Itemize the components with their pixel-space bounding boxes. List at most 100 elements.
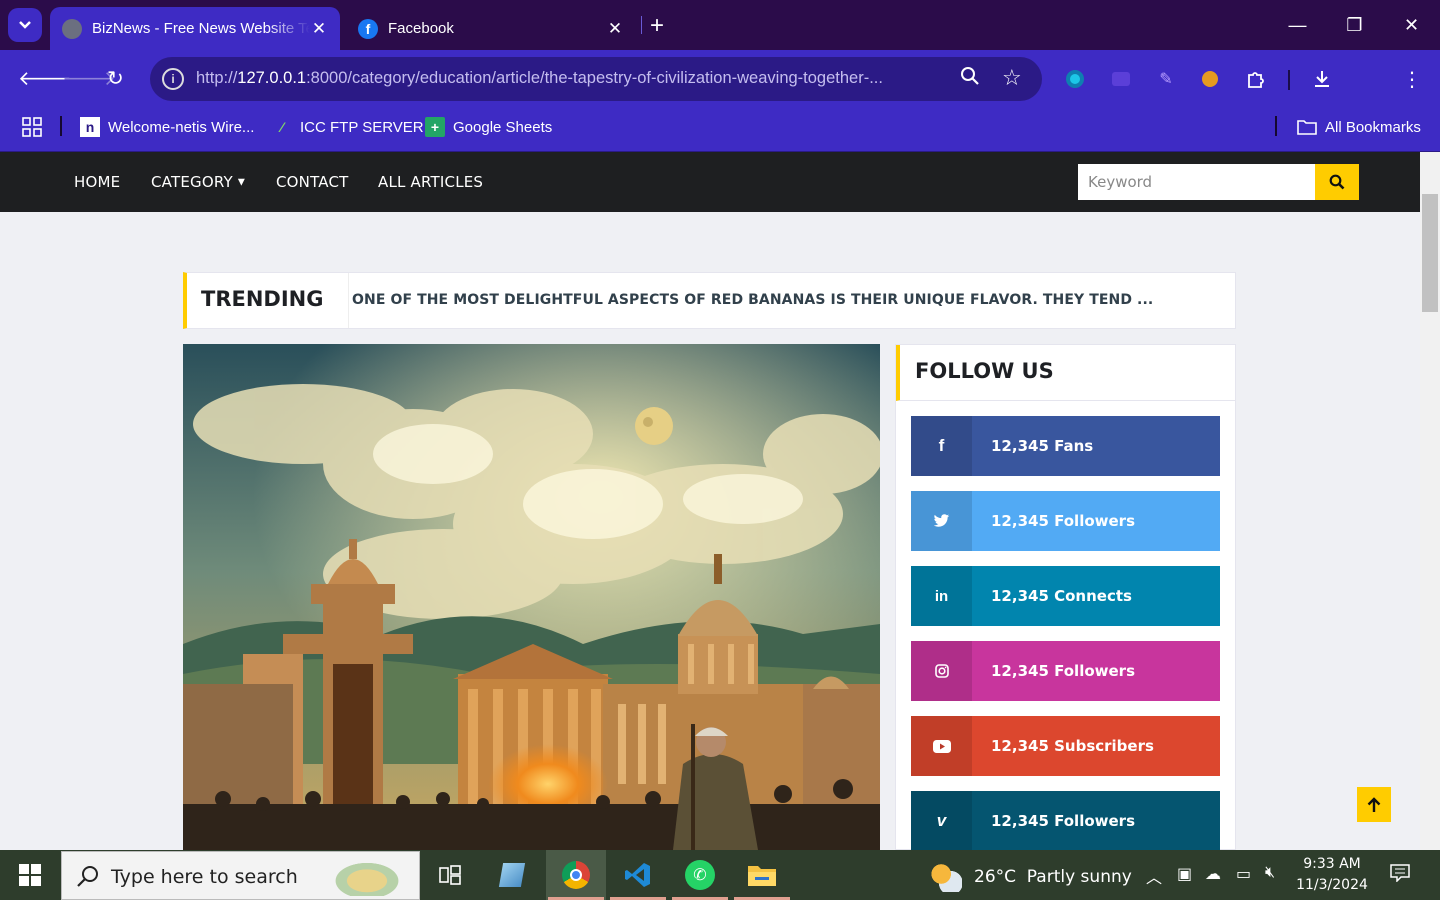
onedrive-error-icon[interactable]: ☁ [1205, 864, 1221, 884]
instagram-icon [911, 641, 972, 701]
nav-home[interactable]: HOME [74, 173, 120, 191]
download-icon[interactable] [1311, 68, 1333, 90]
search-icon [1329, 174, 1345, 190]
keyword-search-input[interactable] [1078, 164, 1315, 200]
bookmark-separator [60, 116, 62, 136]
extension-icon[interactable] [1064, 68, 1086, 90]
bookmark-star-icon[interactable]: ☆ [1002, 65, 1022, 91]
caret-down-icon: ▼ [237, 177, 245, 188]
nav-contact[interactable]: CONTACT [276, 173, 349, 191]
trending-headline[interactable]: ONE OF THE MOST DELIGHTFUL ASPECTS OF RE… [352, 292, 1153, 308]
social-instagram[interactable]: 12,345 Followers [911, 641, 1220, 701]
cookie-icon[interactable] [1199, 68, 1221, 90]
restore-icon[interactable]: ❐ [1326, 0, 1383, 50]
address-bar[interactable]: i http://127.0.0.1:8000/category/educati… [150, 57, 1042, 101]
article-hero-image[interactable] [183, 344, 880, 850]
windows-taskbar: Type here to search ✆ 26°C Partly sunny … [0, 850, 1440, 900]
social-facebook-label: 12,345 Fans [991, 437, 1094, 455]
all-bookmarks-label: All Bookmarks [1325, 118, 1421, 136]
weather-widget[interactable]: 26°C Partly sunny [930, 862, 1132, 892]
minimize-icon[interactable]: — [1269, 0, 1326, 50]
page-scrollbar[interactable] [1420, 152, 1440, 850]
bookmark-label: Welcome-netis Wire... [108, 118, 255, 136]
bookmark-netis[interactable]: n Welcome-netis Wire... [80, 117, 254, 137]
facebook-icon: f [911, 416, 972, 476]
reload-icon[interactable]: ↻ [107, 66, 124, 91]
site-navbar: HOME CATEGORY ▼ CONTACT ALL ARTICLES [0, 152, 1420, 212]
browser-tab-bar: BizNews - Free News Website Template ✕ f… [0, 0, 1440, 50]
extension-icon[interactable] [1110, 68, 1132, 90]
vimeo-icon: v [911, 791, 972, 851]
chrome-app-icon[interactable] [546, 850, 606, 900]
google-sheets-icon: + [425, 117, 445, 137]
search-button[interactable] [1315, 164, 1359, 200]
clock-date: 11/3/2024 [1296, 877, 1368, 893]
partly-sunny-icon [930, 862, 962, 892]
tab-facebook[interactable]: f Facebook ✕ [346, 7, 636, 50]
social-linkedin-label: 12,345 Connects [991, 587, 1132, 605]
icc-icon: ⁄ [280, 119, 284, 135]
social-linkedin[interactable]: in 12,345 Connects [911, 566, 1220, 626]
social-vimeo-label: 12,345 Followers [991, 812, 1135, 830]
menu-kebab-icon[interactable]: ⋮ [1401, 68, 1423, 91]
scrollbar-thumb[interactable] [1422, 194, 1438, 312]
extensions-puzzle-icon[interactable] [1245, 68, 1267, 90]
site-info-icon[interactable]: i [162, 68, 184, 90]
url-text[interactable]: http://127.0.0.1:8000/category/education… [196, 69, 946, 88]
network-icon[interactable]: ▭ [1236, 864, 1251, 884]
bookmark-google-sheets[interactable]: + Google Sheets [425, 117, 552, 137]
nav-all-articles[interactable]: ALL ARTICLES [378, 173, 483, 191]
nav-category[interactable]: CATEGORY ▼ [151, 173, 245, 191]
notepad-app-icon[interactable] [482, 850, 542, 900]
social-facebook[interactable]: f 12,345 Fans [911, 416, 1220, 476]
bookmark-icc-ftp[interactable]: ⁄ ICC FTP SERVER [272, 117, 424, 137]
whatsapp-app-icon[interactable]: ✆ [670, 850, 730, 900]
window-controls: — ❐ ✕ [1269, 0, 1440, 50]
url-host: 127.0.0.1 [237, 69, 307, 87]
tab-biznews[interactable]: BizNews - Free News Website Template ✕ [50, 7, 340, 50]
bookmark-label: ICC FTP SERVER [300, 118, 424, 136]
tab-title: Facebook [388, 20, 454, 37]
twitter-icon [911, 491, 972, 551]
meet-now-icon[interactable]: ▣ [1177, 864, 1192, 884]
system-clock[interactable]: 9:33 AM 11/3/2024 [1290, 854, 1374, 896]
volume-muted-icon[interactable]: 🔇︎ [1265, 864, 1275, 882]
nav-category-label: CATEGORY [151, 173, 233, 191]
search-icon [77, 866, 98, 887]
vscode-app-icon[interactable] [608, 850, 668, 900]
social-twitter-label: 12,345 Followers [991, 512, 1135, 530]
url-path: :8000/category/education/article/the-tap… [306, 69, 883, 87]
follow-us-header: FOLLOW US [896, 345, 1235, 401]
windows-logo-icon [19, 864, 41, 886]
all-bookmarks[interactable]: All Bookmarks [1297, 117, 1421, 137]
back-to-top-button[interactable] [1357, 787, 1391, 822]
url-scheme: http:// [196, 69, 238, 87]
netis-icon: n [80, 117, 100, 137]
apps-grid-icon[interactable] [22, 117, 42, 137]
trending-label: TRENDING [201, 287, 324, 311]
tab-title: BizNews - Free News Website Template [92, 20, 310, 37]
folder-icon [1297, 117, 1317, 137]
close-icon[interactable]: ✕ [310, 19, 328, 39]
taskbar-search-box[interactable]: Type here to search [61, 851, 420, 900]
feather-icon[interactable]: ✎ [1155, 68, 1177, 90]
arrow-up-icon [1367, 796, 1381, 812]
notifications-icon[interactable] [1390, 864, 1410, 887]
chevron-up-icon[interactable]: ︿ [1146, 864, 1162, 888]
task-view-icon[interactable] [420, 850, 480, 900]
browser-toolbar: 🡐 🡒 ↻ i http://127.0.0.1:8000/category/e… [0, 50, 1440, 144]
search-highlight-icon [327, 858, 407, 896]
weather-text: 26°C Partly sunny [974, 867, 1132, 887]
bookmark-label: Google Sheets [453, 118, 553, 136]
social-youtube[interactable]: 12,345 Subscribers [911, 716, 1220, 776]
social-twitter[interactable]: 12,345 Followers [911, 491, 1220, 551]
close-icon[interactable]: ✕ [606, 19, 624, 39]
close-window-icon[interactable]: ✕ [1383, 0, 1440, 50]
file-explorer-app-icon[interactable] [732, 850, 792, 900]
new-tab-button[interactable]: + [650, 12, 664, 40]
zoom-icon[interactable] [960, 66, 980, 92]
social-vimeo[interactable]: v 12,345 Followers [911, 791, 1220, 851]
tab-search-button[interactable] [8, 8, 42, 42]
social-instagram-label: 12,345 Followers [991, 662, 1135, 680]
start-button[interactable] [0, 850, 60, 900]
